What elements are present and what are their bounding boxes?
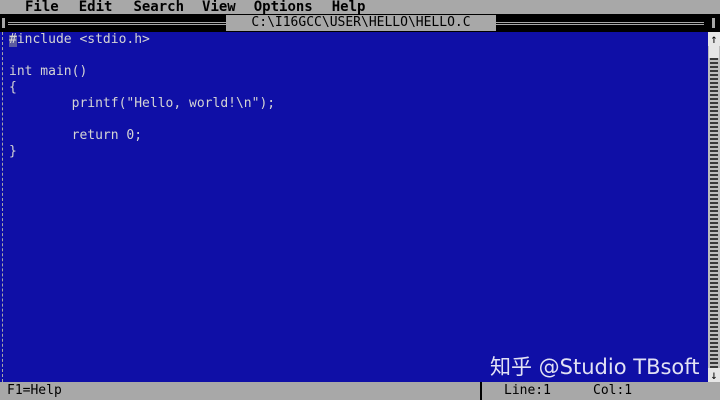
scrollbar-thumb[interactable] [709,46,719,58]
status-column-number: Col:1 [593,383,633,398]
watermark: 知乎 @Studio TBsoft [490,355,700,379]
title-bar-rule-right [496,22,704,25]
scrollbar-track[interactable] [710,46,718,368]
editor-left-edge [0,32,7,382]
scroll-down-arrow-icon[interactable]: ↓ [708,368,720,382]
menu-search[interactable]: Search [133,0,184,14]
file-path-title: C:\I16GCC\USER\HELLO\HELLO.C [226,15,496,31]
code-line: printf("Hello, world!\n"); [9,96,276,111]
code-line: { [9,80,17,95]
vertical-scrollbar[interactable]: ↑ ↓ [708,32,720,382]
menu-file[interactable]: File [25,0,59,14]
code-line: } [9,144,17,159]
code-line: int main() [9,64,88,79]
status-divider [480,382,482,400]
source-code[interactable]: #include <stdio.h> int main() { printf("… [9,32,275,160]
menu-view[interactable]: View [202,0,236,14]
window-resize-marker[interactable] [712,18,715,28]
screen: File Edit Search View Options Help C:\I1… [0,0,720,400]
menu-bar: File Edit Search View Options Help [0,0,720,14]
status-line-number: Line:1 [504,383,551,398]
status-help-hint[interactable]: F1=Help [7,382,62,400]
status-bar: F1=Help Line:1 Col:1 [0,382,720,400]
menu-help[interactable]: Help [332,0,366,14]
code-line: return 0; [9,128,143,143]
title-bar-rule-left [8,22,226,25]
menu-edit[interactable]: Edit [79,0,113,14]
menu-options[interactable]: Options [254,0,313,14]
editor-left-rule [2,32,4,382]
window-title-bar: C:\I16GCC\USER\HELLO\HELLO.C [0,14,720,32]
window-close-marker[interactable] [2,18,5,28]
code-line: #include <stdio.h> [9,32,150,47]
scroll-up-arrow-icon[interactable]: ↑ [708,32,720,46]
